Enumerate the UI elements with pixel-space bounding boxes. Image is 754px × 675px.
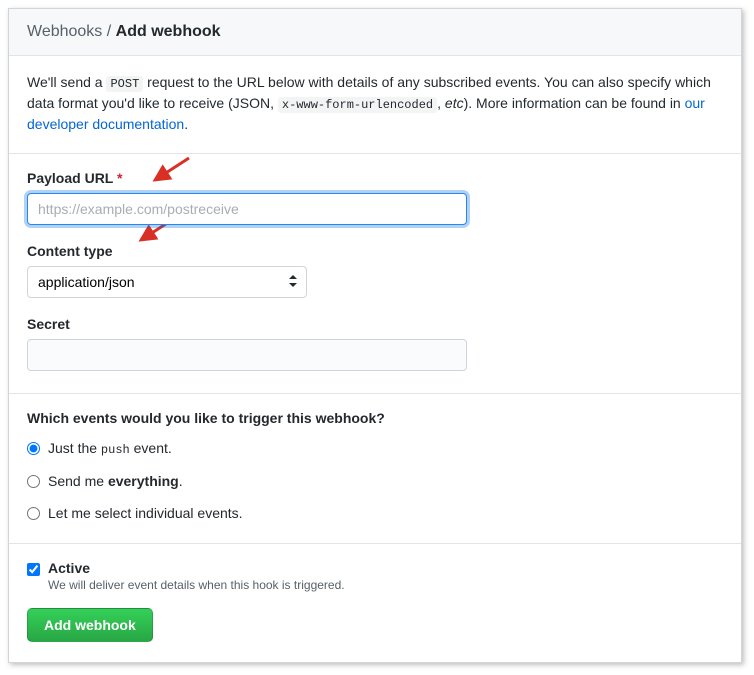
active-description: We will deliver event details when this … <box>48 578 345 592</box>
post-method-code: POST <box>106 76 143 92</box>
content-type-group: Content type application/json <box>27 243 723 298</box>
active-label: Active <box>48 560 345 576</box>
payload-url-label: Payload URL * <box>27 170 723 186</box>
required-indicator: * <box>117 170 122 186</box>
webhook-config-section: Payload URL * Content type application/j… <box>9 154 741 394</box>
event-option-individual[interactable]: Let me select individual events. <box>27 505 723 521</box>
breadcrumb-separator: / <box>102 23 115 40</box>
breadcrumb: Webhooks / Add webhook <box>9 9 741 56</box>
content-type-select[interactable]: application/json <box>27 266 307 298</box>
secret-group: Secret <box>27 316 723 371</box>
event-option-everything[interactable]: Send me everything. <box>27 473 723 489</box>
footer-section: Active We will deliver event details whe… <box>9 544 741 662</box>
form-urlencoded-code: x-www-form-urlencoded <box>278 97 437 113</box>
event-radio-everything[interactable] <box>27 475 40 488</box>
add-webhook-button[interactable]: Add webhook <box>27 608 153 642</box>
form-description: We'll send a POST request to the URL bel… <box>9 56 741 154</box>
breadcrumb-parent[interactable]: Webhooks <box>27 23 102 40</box>
active-checkbox-row: Active We will deliver event details whe… <box>27 560 723 592</box>
events-heading: Which events would you like to trigger t… <box>27 410 723 426</box>
secret-input[interactable] <box>27 339 467 371</box>
breadcrumb-current: Add webhook <box>116 23 221 40</box>
active-checkbox[interactable] <box>27 563 40 576</box>
events-section: Which events would you like to trigger t… <box>9 394 741 544</box>
event-radio-push[interactable] <box>27 442 40 455</box>
secret-label: Secret <box>27 316 723 332</box>
event-radio-individual[interactable] <box>27 507 40 520</box>
content-type-label: Content type <box>27 243 723 259</box>
payload-url-input[interactable] <box>27 193 467 225</box>
event-option-push[interactable]: Just the push event. <box>27 440 723 457</box>
payload-url-group: Payload URL * <box>27 170 723 225</box>
add-webhook-form: Webhooks / Add webhook We'll send a POST… <box>8 8 742 663</box>
